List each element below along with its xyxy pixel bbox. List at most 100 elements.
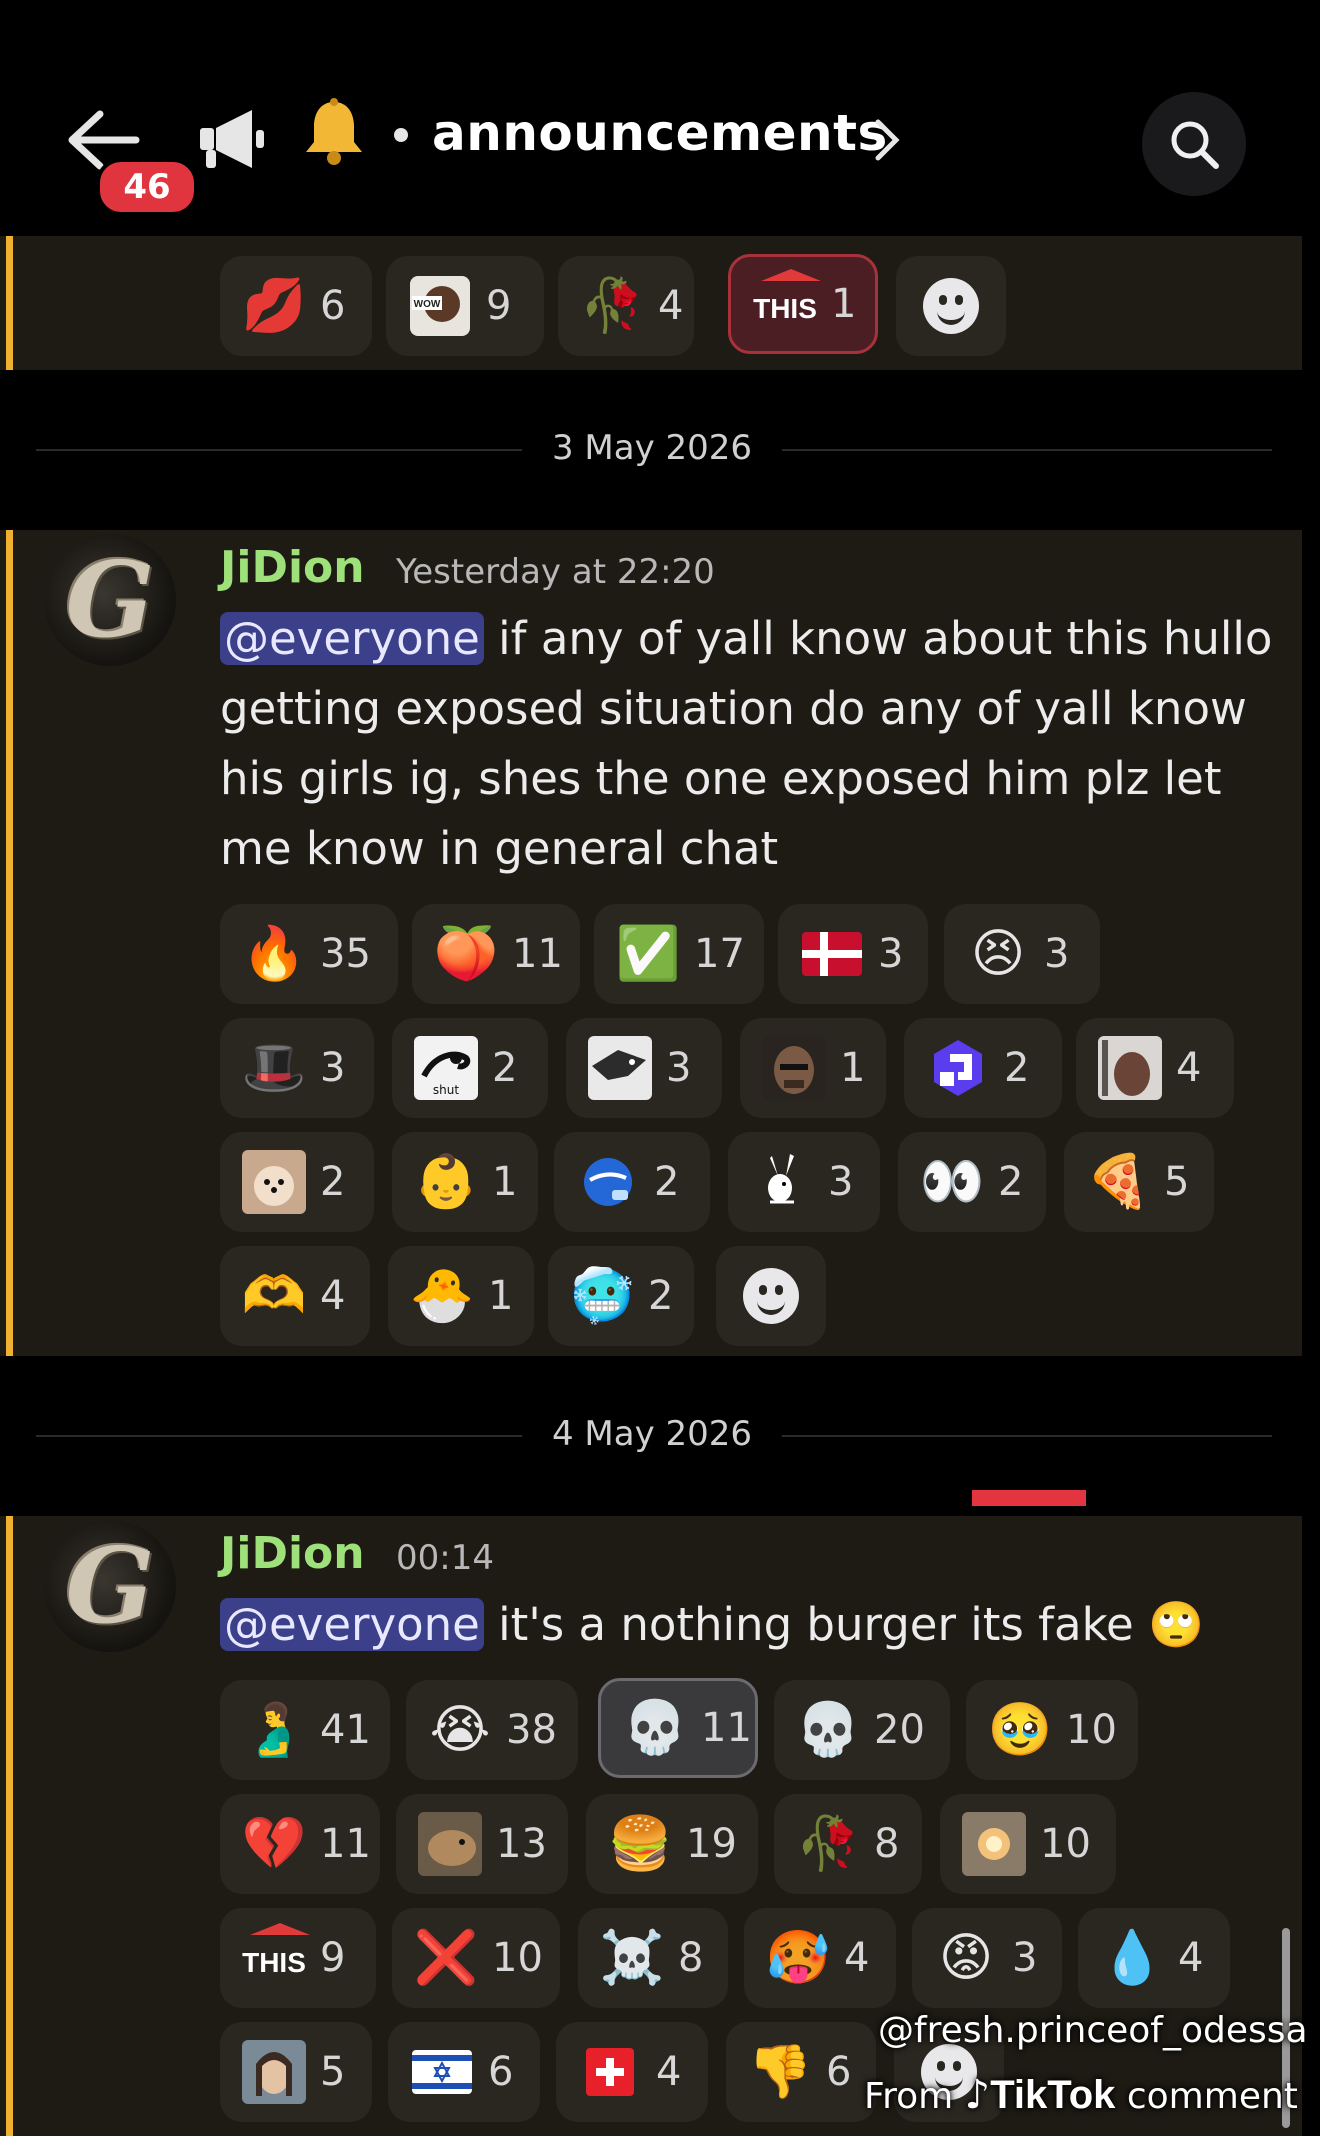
wow-image-icon: WOW	[408, 274, 472, 338]
reaction-bald-man[interactable]: 1	[740, 1018, 886, 1118]
avatar[interactable]: G	[44, 534, 176, 666]
reaction-anime-girl[interactable]: 😣 3	[944, 904, 1100, 1004]
reaction-fire[interactable]: 🔥 35	[220, 904, 398, 1004]
mention-highlight-bar	[6, 236, 13, 370]
reaction-eyes[interactable]: 👀 2	[898, 1132, 1046, 1232]
reaction-pizza[interactable]: 🍕 5	[1064, 1132, 1214, 1232]
reaction-hatching-chick[interactable]: 🐣 1	[388, 1246, 534, 1346]
burger-icon: 🍔	[607, 1814, 673, 1874]
reaction-shut[interactable]: shut 2	[392, 1018, 548, 1118]
channel-title[interactable]: announcements	[432, 104, 888, 162]
everyone-mention[interactable]: @everyone	[220, 1598, 484, 1651]
reaction-playboy-bunny[interactable]: 3	[728, 1132, 880, 1232]
tiktok-logo-icon: ♪	[964, 2072, 991, 2118]
reaction-wilted-rose[interactable]: 🥀 8	[774, 1794, 922, 1894]
bald-man-image-icon	[762, 1036, 826, 1100]
reaction-cold-face[interactable]: 🥶 2	[548, 1246, 694, 1346]
reaction-pomeranian[interactable]: 2	[220, 1132, 374, 1232]
channel-header: 46 announcements	[0, 0, 1320, 236]
reaction-pregnant-man[interactable]: 🫃 41	[220, 1680, 390, 1780]
reaction-droplet[interactable]: 💧 4	[1078, 1908, 1230, 2008]
anime-girl-image-icon: 😣	[970, 924, 1026, 984]
reaction-blue-globe[interactable]: 2	[554, 1132, 710, 1232]
reaction-wow[interactable]: WOW 9	[386, 256, 544, 356]
everyone-mention[interactable]: @everyone	[220, 612, 484, 665]
loudly-crying-icon: 😭	[429, 1700, 491, 1760]
reaction-check[interactable]: ✅ 17	[594, 904, 764, 1004]
lips-icon: 💋	[241, 276, 307, 336]
reaction-count: 9	[486, 283, 512, 329]
svg-text:WOW: WOW	[414, 299, 441, 310]
reaction-girl-photo[interactable]: 5	[220, 2022, 372, 2122]
reaction-denmark-flag[interactable]: 3	[778, 904, 928, 1004]
channel-status-dot	[394, 128, 408, 142]
reaction-explosion[interactable]: 10	[940, 1794, 1116, 1894]
purple-logo-image-icon	[926, 1036, 990, 1100]
person-image-icon	[1098, 1036, 1162, 1100]
mention-highlight-bar	[6, 530, 13, 1356]
wilted-rose-icon: 🥀	[795, 1814, 861, 1874]
previous-message-block: 💋 6 WOW 9 🥀 4 THIS 1	[0, 236, 1302, 370]
reaction-this[interactable]: THIS 1	[728, 254, 878, 354]
watermark-tiktok: From ♪TikTok comment	[864, 2072, 1298, 2118]
reaction-baby[interactable]: 👶 1	[392, 1132, 538, 1232]
broken-heart-icon: 💔	[241, 1814, 307, 1874]
switzerland-flag-icon	[578, 2040, 642, 2104]
cross-mark-icon: ❌	[413, 1928, 479, 1988]
reaction-angry-face[interactable]: 😡 3	[912, 1908, 1062, 2008]
reaction-loudly-crying[interactable]: 😭 38	[406, 1680, 578, 1780]
peanut-hat-image-icon: 🎩	[241, 1038, 307, 1098]
reaction-wilted-rose[interactable]: 🥀 4	[558, 256, 694, 356]
this-sticker-icon: THIS	[242, 1923, 311, 1990]
username[interactable]: JiDion	[220, 1528, 365, 1579]
add-reaction-button[interactable]	[896, 256, 1006, 356]
reaction-wolf[interactable]: 3	[566, 1018, 722, 1118]
check-mark-icon: ✅	[615, 924, 681, 984]
username[interactable]: JiDion	[220, 542, 365, 593]
chevron-right-icon[interactable]	[874, 118, 900, 162]
reaction-switzerland-flag[interactable]: 4	[556, 2022, 708, 2122]
holding-back-tears-icon: 🥹	[987, 1700, 1053, 1760]
heart-hands-icon: 🫶	[241, 1266, 307, 1326]
hot-face-icon: 🥵	[765, 1928, 831, 1988]
reaction-peanut-hat[interactable]: 🎩 3	[220, 1018, 374, 1118]
reaction-count: 4	[658, 283, 684, 329]
reaction-skull[interactable]: 💀 20	[774, 1680, 950, 1780]
this-sticker-icon: THIS	[753, 269, 822, 336]
date-separator: 4 May 2026	[522, 1414, 782, 1454]
reaction-israel-flag[interactable]: 6	[388, 2022, 540, 2122]
reaction-lips[interactable]: 💋 6	[220, 256, 372, 356]
reaction-capybara[interactable]: 13	[396, 1794, 568, 1894]
blue-globe-image-icon	[576, 1150, 640, 1214]
denmark-flag-icon	[800, 922, 864, 986]
bell-icon	[306, 98, 362, 165]
message-timestamp: Yesterday at 22:20	[396, 552, 715, 592]
pomeranian-image-icon	[242, 1150, 306, 1214]
reaction-skull-selected[interactable]: 💀 11	[598, 1678, 758, 1778]
message-content: @everyone if any of yall know about this…	[220, 612, 1273, 875]
wilted-rose-icon: 🥀	[579, 276, 645, 336]
unread-count-badge: 46	[96, 158, 198, 216]
reaction-skull-crossbones[interactable]: ☠️ 8	[578, 1908, 728, 2008]
angry-face-icon: 😡	[938, 1928, 994, 1988]
reaction-purple-logo[interactable]: 2	[904, 1018, 1062, 1118]
search-button[interactable]	[1142, 92, 1246, 196]
reaction-count: 6	[320, 283, 346, 329]
reaction-twerk[interactable]: 🍑 11	[412, 904, 580, 1004]
reaction-person[interactable]: 4	[1076, 1018, 1234, 1118]
avatar[interactable]: G	[44, 1520, 176, 1652]
add-reaction-button[interactable]	[716, 1246, 826, 1346]
reaction-hot-face[interactable]: 🥵 4	[744, 1908, 896, 2008]
reaction-this[interactable]: THIS 9	[220, 1908, 376, 2008]
fire-icon: 🔥	[241, 924, 307, 984]
reaction-burger[interactable]: 🍔 19	[586, 1794, 758, 1894]
svg-text:shut: shut	[433, 1083, 459, 1097]
reaction-holding-back-tears[interactable]: 🥹 10	[966, 1680, 1138, 1780]
reaction-cross-mark[interactable]: ❌ 10	[392, 1908, 560, 2008]
skull-crossbones-icon: ☠️	[599, 1928, 665, 1988]
reaction-count: 1	[831, 281, 857, 327]
reaction-broken-heart[interactable]: 💔 11	[220, 1794, 380, 1894]
reaction-thumbs-down[interactable]: 👎 6	[726, 2022, 876, 2122]
reaction-heart-hands[interactable]: 🫶 4	[220, 1246, 370, 1346]
skull-icon: 💀	[622, 1698, 688, 1758]
